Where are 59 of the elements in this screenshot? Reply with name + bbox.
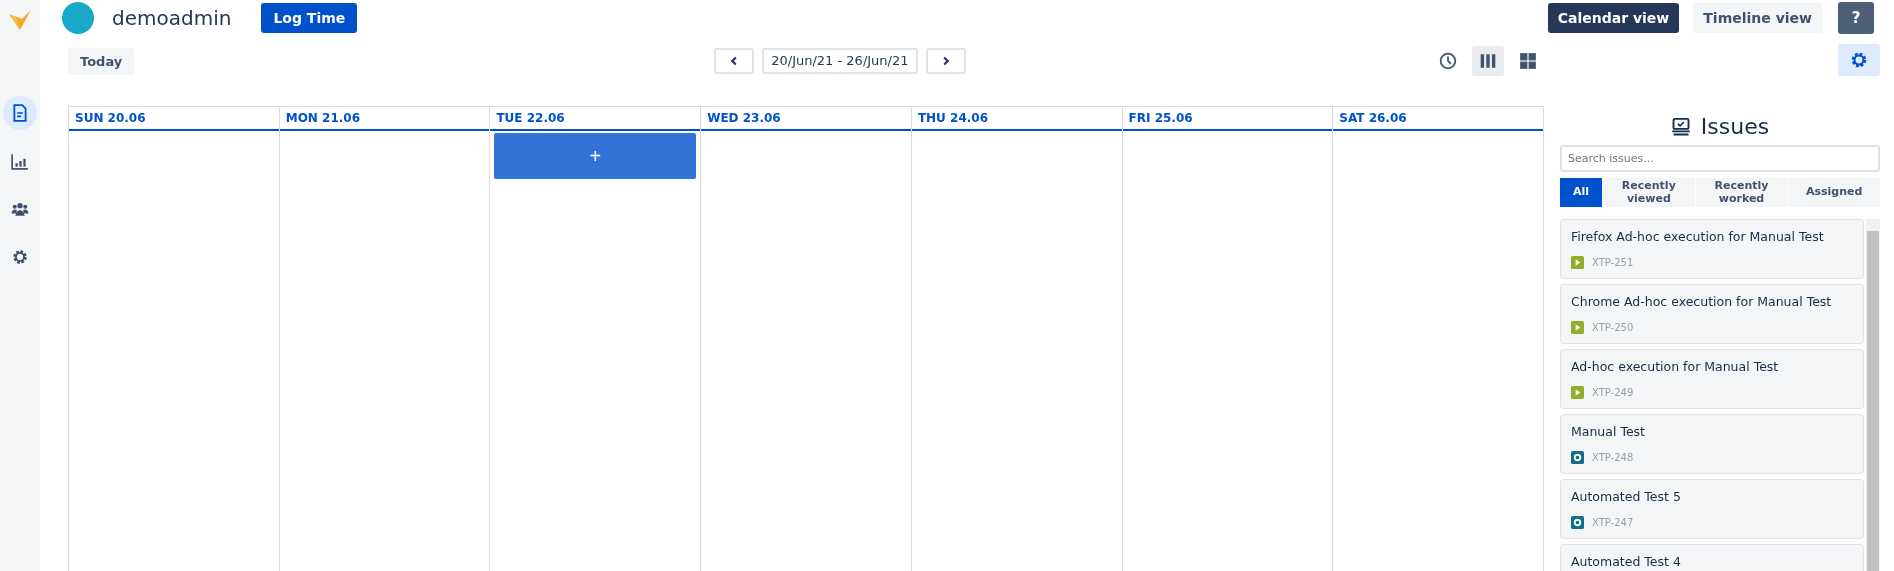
document-icon: [11, 104, 29, 122]
play-icon: [1571, 386, 1584, 400]
search-field[interactable]: Search issues...: [1560, 145, 1880, 172]
add-worklog-button[interactable]: +: [494, 133, 697, 179]
day-header: TUE 22.06: [490, 107, 701, 131]
scrollbar[interactable]: [1866, 219, 1880, 571]
issue-title: Ad-hoc execution for Manual Test: [1571, 359, 1780, 375]
play-icon: [1571, 321, 1584, 335]
issues-tab[interactable]: Assigned: [1788, 178, 1880, 208]
day-header: FRI 25.06: [1122, 107, 1333, 131]
issue-key: XTP-250: [1592, 322, 1634, 334]
issue-card[interactable]: Automated Test 5 XTP-247: [1560, 479, 1864, 540]
log-time-button[interactable]: Log Time: [261, 3, 358, 33]
settings-button[interactable]: [1838, 44, 1880, 76]
day-header: MON 21.06: [279, 107, 490, 131]
issue-key: XTP-249: [1592, 387, 1634, 399]
day-header: THU 24.06: [911, 107, 1122, 131]
issue-card[interactable]: Chrome Ad-hoc execution for Manual Test XTP-250: [1560, 284, 1864, 345]
issue-title: Chrome Ad-hoc execution for Manual Test: [1571, 294, 1833, 310]
issues-tab[interactable]: Recently worked: [1695, 178, 1788, 208]
next-week-button[interactable]: [925, 48, 966, 74]
settings-icon: [1850, 51, 1868, 69]
issue-title: Manual Test: [1571, 424, 1646, 440]
grid-icon: [1519, 52, 1537, 70]
issue-title: Firefox Ad-hoc execution for Manual Test: [1571, 229, 1825, 245]
today-button[interactable]: Today: [68, 47, 135, 75]
monitor-check-icon: [1670, 116, 1691, 137]
day-header: SAT 26.06: [1333, 107, 1544, 131]
issues-tab[interactable]: All: [1560, 178, 1602, 208]
people-icon: [11, 200, 29, 218]
issue-title: Automated Test 4: [1571, 554, 1682, 570]
bar-chart-icon: [11, 152, 29, 170]
columns-icon: [1479, 52, 1497, 70]
issue-key: XTP-248: [1592, 452, 1634, 464]
play-icon: [1571, 256, 1584, 270]
avatar: [62, 2, 94, 34]
issue-key: XTP-251: [1592, 257, 1634, 269]
day-header: WED 23.06: [701, 107, 911, 131]
view-toggle-button[interactable]: Timeline view: [1693, 3, 1822, 33]
settings-icon: [11, 248, 29, 266]
circle-icon: [1571, 516, 1584, 530]
issues-title: Issues: [1700, 114, 1770, 139]
clock-icon: [1439, 52, 1457, 70]
day-header: SUN 20.06: [69, 107, 279, 131]
issue-card[interactable]: Manual Test XTP-248: [1560, 414, 1864, 475]
issue-card[interactable]: Firefox Ad-hoc execution for Manual Test XTP-251: [1560, 219, 1864, 280]
previous-week-button[interactable]: [714, 48, 755, 74]
issues-tab[interactable]: Recently viewed: [1603, 178, 1695, 208]
help-button[interactable]: ?: [1838, 2, 1874, 34]
issue-title: Automated Test 5: [1571, 489, 1682, 505]
issue-card[interactable]: Ad-hoc execution for Manual Test XTP-249: [1560, 349, 1864, 410]
username: demoadmin: [112, 6, 232, 30]
view-toggle-button[interactable]: Calendar view: [1547, 3, 1680, 33]
issue-card[interactable]: Automated Test 4: [1560, 544, 1864, 571]
layout-option-button[interactable]: [1472, 46, 1504, 76]
sidebar-item[interactable]: [3, 96, 37, 130]
issue-key: XTP-247: [1592, 517, 1634, 529]
date-range-field[interactable]: 20/Jun/21 - 26/Jun/21: [762, 48, 918, 74]
circle-icon: [1571, 451, 1584, 465]
